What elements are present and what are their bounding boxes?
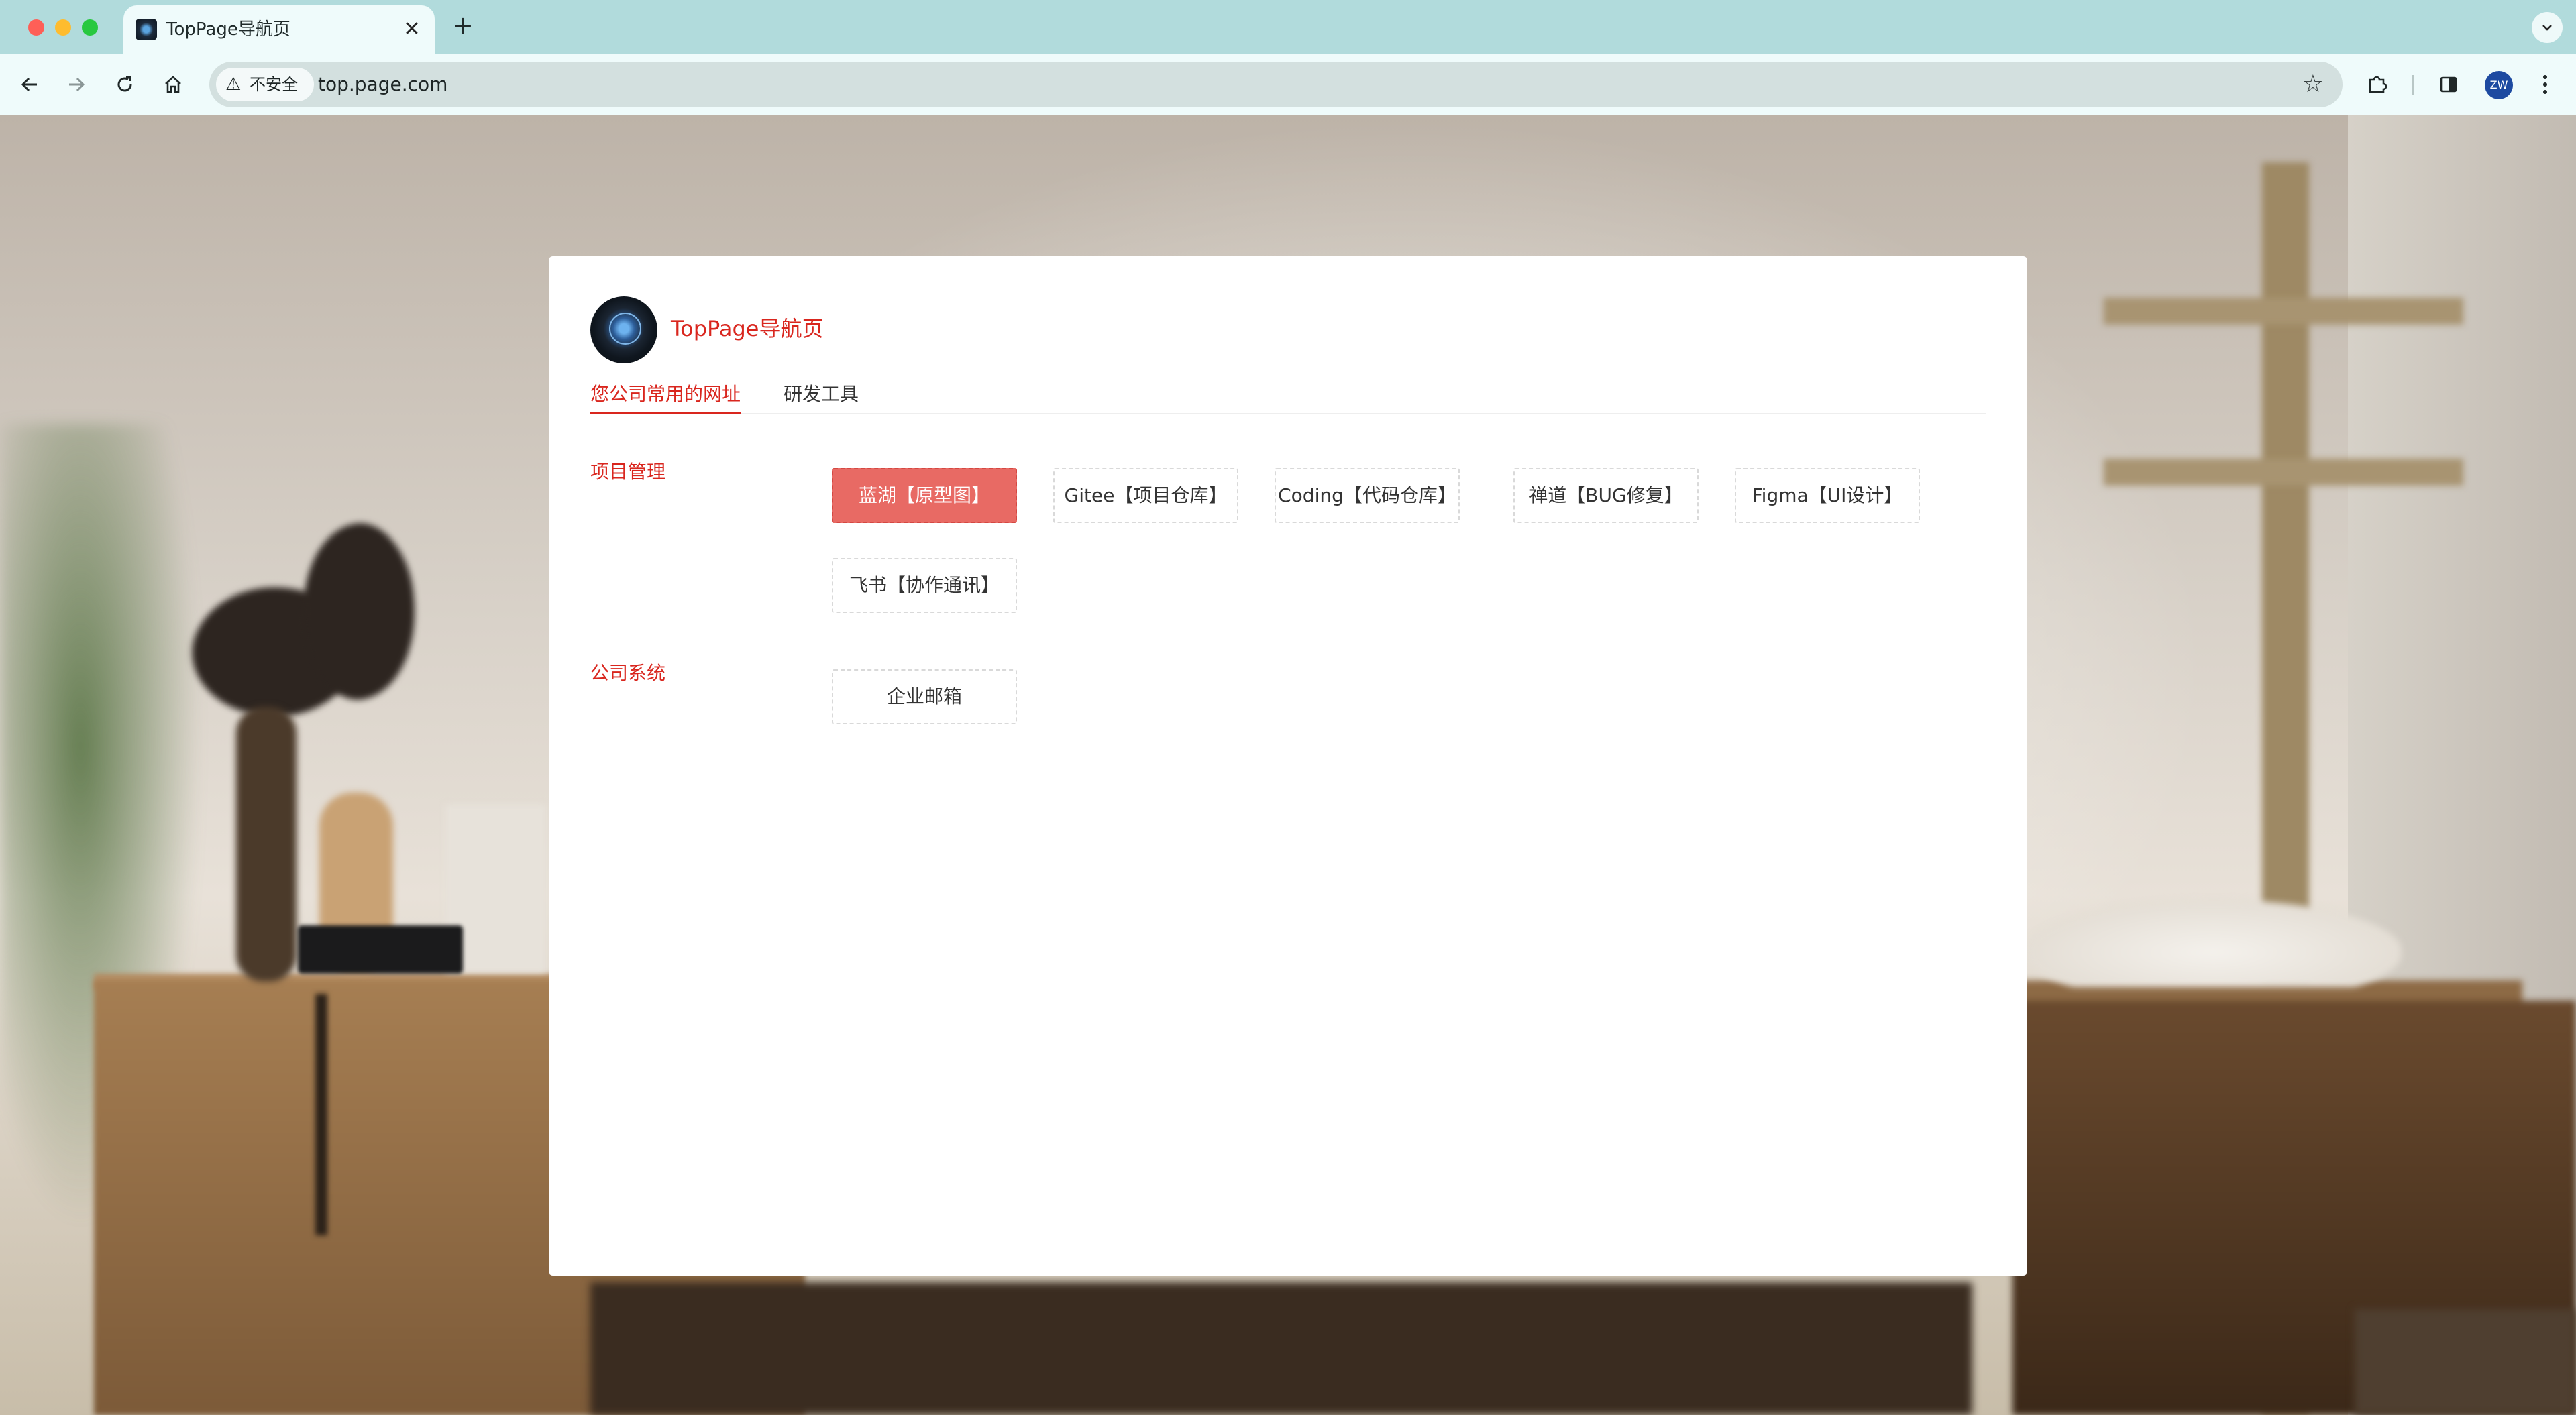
link-feishu-button[interactable]: 飞书【协作通讯】 bbox=[832, 558, 1017, 613]
puzzle-icon bbox=[2369, 76, 2387, 93]
bookmark-star-icon[interactable]: ☆ bbox=[2302, 62, 2324, 107]
browser-tab[interactable]: TopPage导航页 ✕ bbox=[123, 5, 435, 54]
link-figma-button[interactable]: Figma【UI设计】 bbox=[1735, 468, 1920, 523]
toolbar-divider bbox=[2412, 75, 2414, 95]
extensions-button[interactable] bbox=[2360, 67, 2395, 102]
home-icon bbox=[165, 76, 181, 93]
favicon-icon bbox=[136, 19, 157, 40]
site-logo bbox=[590, 296, 657, 363]
url-text[interactable]: top.page.com bbox=[318, 62, 447, 107]
side-panel-icon bbox=[2440, 76, 2457, 93]
chevron-down-icon bbox=[2542, 25, 2552, 31]
side-panel-button[interactable] bbox=[2431, 67, 2466, 102]
profile-avatar[interactable]: ZW bbox=[2485, 71, 2513, 99]
tab-common-sites[interactable]: 您公司常用的网址 bbox=[590, 381, 741, 414]
tab-dev-tools[interactable]: 研发工具 bbox=[784, 381, 859, 413]
link-gitee-button[interactable]: Gitee【项目仓库】 bbox=[1053, 468, 1238, 523]
minimize-window-button[interactable] bbox=[55, 19, 71, 36]
close-window-button[interactable] bbox=[28, 19, 44, 36]
more-menu-button[interactable] bbox=[2528, 67, 2563, 102]
warning-icon: ⚠ bbox=[225, 74, 241, 95]
tab-search-button[interactable] bbox=[2532, 12, 2563, 43]
navigation-card: TopPage导航页 您公司常用的网址 研发工具 项目管理 蓝湖【原型图】 Gi… bbox=[549, 256, 2027, 1276]
security-indicator[interactable]: ⚠ 不安全 bbox=[216, 68, 314, 101]
kebab-menu-icon bbox=[2543, 75, 2547, 94]
section-label-project-management: 项目管理 bbox=[590, 461, 666, 483]
link-lanhu-button[interactable]: 蓝湖【原型图】 bbox=[832, 468, 1017, 523]
site-title[interactable]: TopPage导航页 bbox=[671, 315, 823, 342]
browser-titlebar: TopPage导航页 ✕ + bbox=[0, 0, 2576, 54]
tab-title: TopPage导航页 bbox=[166, 19, 290, 40]
home-button[interactable] bbox=[156, 67, 191, 102]
link-enterprise-mail-button[interactable]: 企业邮箱 bbox=[832, 669, 1017, 724]
back-button[interactable] bbox=[12, 67, 47, 102]
arrow-right-icon bbox=[69, 77, 85, 92]
reload-icon bbox=[117, 76, 132, 92]
security-label: 不安全 bbox=[250, 75, 298, 94]
new-tab-button[interactable]: + bbox=[449, 12, 476, 39]
tab-close-icon[interactable]: ✕ bbox=[400, 17, 424, 42]
section-label-company-systems: 公司系统 bbox=[590, 662, 666, 684]
address-bar[interactable]: ⚠ 不安全 top.page.com ☆ bbox=[209, 62, 2343, 107]
forward-button[interactable] bbox=[59, 67, 94, 102]
reload-button[interactable] bbox=[107, 67, 142, 102]
maximize-window-button[interactable] bbox=[82, 19, 98, 36]
arrow-left-icon bbox=[21, 77, 37, 92]
browser-toolbar: ⚠ 不安全 top.page.com ☆ ZW bbox=[0, 54, 2576, 115]
category-tabs: 您公司常用的网址 研发工具 bbox=[590, 381, 1986, 414]
link-zentao-button[interactable]: 禅道【BUG修复】 bbox=[1513, 468, 1699, 523]
link-coding-button[interactable]: Coding【代码仓库】 bbox=[1275, 468, 1460, 523]
